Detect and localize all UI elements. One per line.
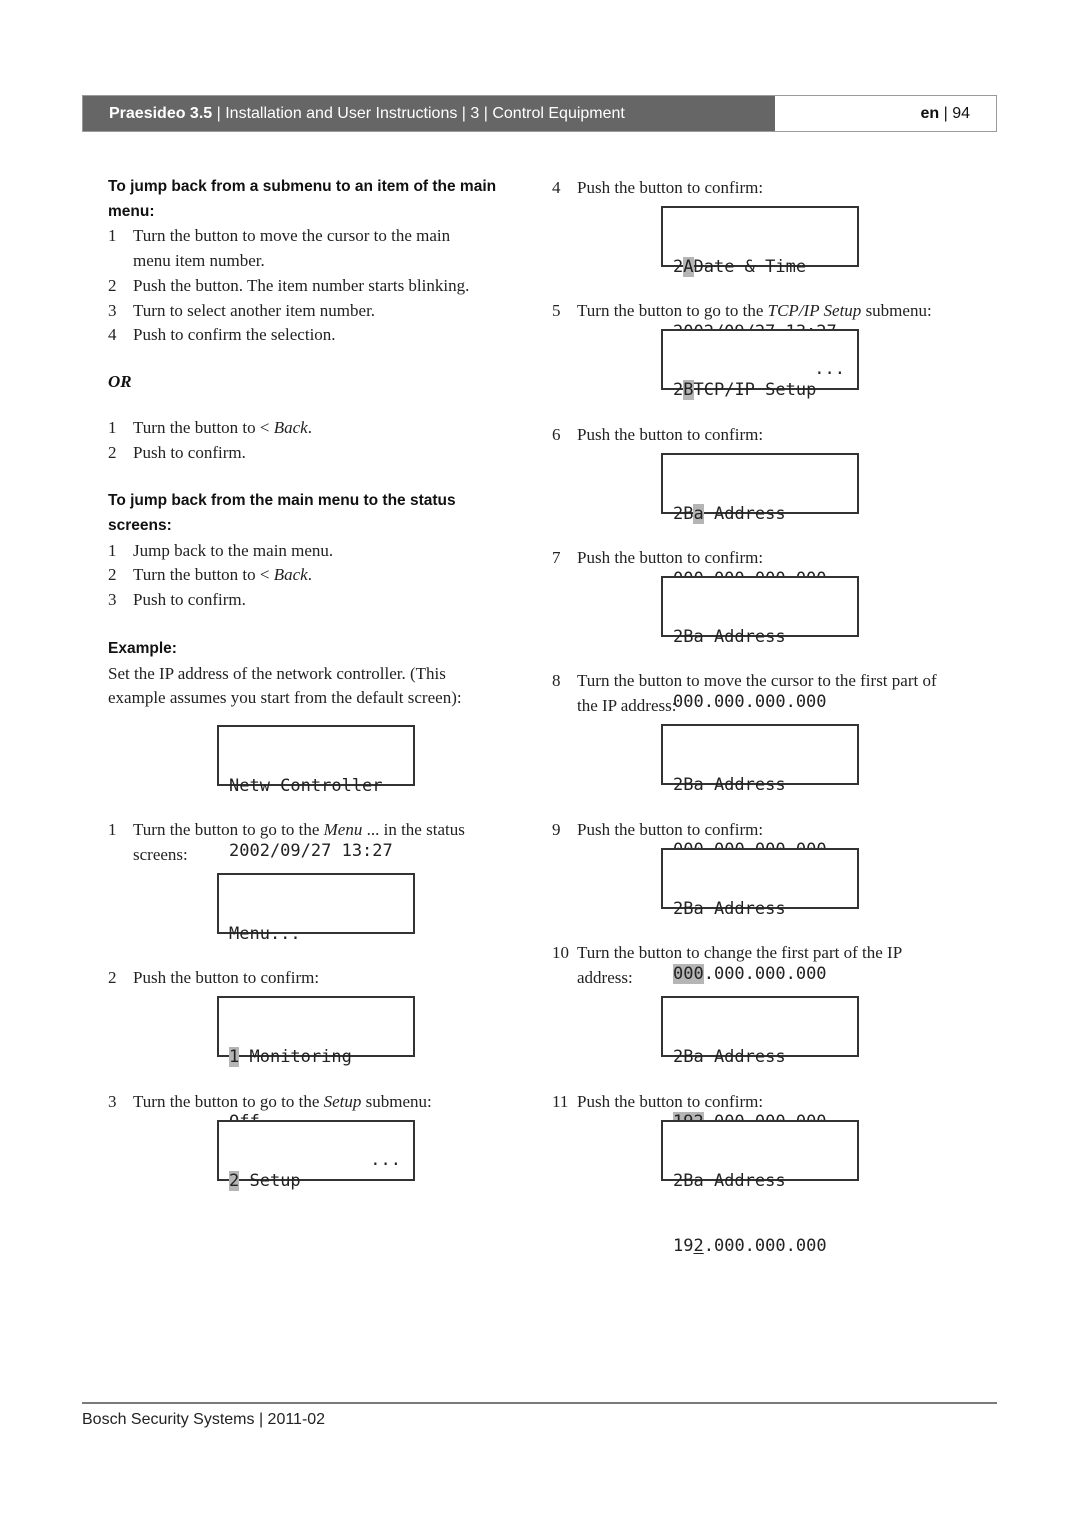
lcd-display-address: 2Ba Address 192.000.000.000 — [661, 1120, 859, 1256]
chapter-number: 3 — [470, 104, 480, 122]
list-item: 2 Push the button. The item number start… — [108, 275, 470, 295]
list-item: 7 Push the button to confirm: — [552, 548, 764, 567]
page-header: Praesideo 3.5 | Installation and User In… — [82, 95, 997, 132]
publish-date: 2011-02 — [267, 1411, 326, 1428]
list-item: 1 Turn the button to move the cursor to … — [108, 226, 451, 271]
lcd-display-address: 2Ba Address 000.000.000.000 — [661, 724, 859, 860]
chapter-title: Control Equipment — [492, 104, 625, 122]
lcd-display-tcpip-setup: 2BTCP/IP Setup ... — [661, 329, 859, 400]
list-item: 3 Push to confirm. — [108, 590, 246, 610]
list-item: 8 Turn the button to move the cursor to … — [552, 671, 937, 715]
section-heading-submenu-jump: To jump back from a submenu to an item o… — [108, 178, 497, 220]
or-separator: OR — [108, 371, 132, 391]
lcd-display-address: 2Ba Address 000.000.000.000 — [661, 453, 859, 589]
list-item: 2 Push to confirm. — [108, 442, 246, 462]
list-item: 3 Turn the button to go to the Setup sub… — [108, 1092, 432, 1111]
lcd-display-setup: 2 Setup ... — [217, 1120, 415, 1191]
lcd-display-address: 2Ba Address 192.000.000.000 — [661, 996, 859, 1132]
list-item: 2 Turn the button to < Back. — [108, 565, 312, 585]
list-item: 1 Turn the button to < Back. — [108, 417, 312, 437]
list-item: 3 Turn to select another item number. — [108, 300, 376, 320]
example-intro: Set the IP address of the network contro… — [108, 663, 462, 708]
list-item: 9 Push the button to confirm: — [552, 820, 764, 839]
lcd-display-menu: Menu... — [217, 873, 415, 944]
lcd-display-default: Netw Controller 2002/09/27 13:27 — [217, 725, 415, 861]
header-page-info: en | 94 — [775, 96, 996, 131]
product-name: Praesideo 3.5 — [109, 104, 213, 122]
left-column: To jump back from a submenu to an item o… — [108, 175, 528, 711]
list-item: 4 Push the button to confirm: — [552, 178, 764, 197]
section-heading-status-jump: To jump back from the main menu to the s… — [108, 492, 456, 535]
list-item: 5 Turn the button to go to the TCP/IP Se… — [552, 301, 932, 320]
company-name: Bosch Security Systems — [82, 1411, 255, 1428]
footer-divider — [82, 1402, 997, 1404]
doc-title: Installation and User Instructions — [225, 104, 458, 122]
list-item: 6 Push the button to confirm: — [552, 425, 764, 444]
page-number: 94 — [952, 104, 970, 122]
lcd-display-date-time: 2ADate & Time 2002/09/27 13:27 — [661, 206, 859, 342]
list-item: 10 Turn the button to change the first p… — [552, 943, 903, 987]
lcd-display-monitoring: 1 Monitoring Off — [217, 996, 415, 1132]
list-item: 11 Push the button to confirm: — [552, 1092, 764, 1111]
example-heading: Example: — [108, 639, 177, 657]
list-item: 1 Jump back to the main menu. — [108, 540, 334, 560]
lcd-display-address: 2Ba Address 000.000.000.000 — [661, 848, 859, 984]
list-item: 4 Push to confirm the selection. — [108, 325, 336, 345]
list-item: 2 Push the button to confirm: — [108, 968, 320, 987]
cursor: 2 — [693, 1235, 704, 1256]
lcd-display-address: 2Ba Address 000.000.000.000 — [661, 576, 859, 712]
language-code: en — [920, 104, 940, 122]
header-title-bar: Praesideo 3.5 | Installation and User In… — [83, 96, 775, 131]
page-footer: Bosch Security Systems | 2011-02 — [82, 1411, 326, 1428]
list-item: 1 Turn the button to go to the Menu ... … — [108, 820, 465, 864]
